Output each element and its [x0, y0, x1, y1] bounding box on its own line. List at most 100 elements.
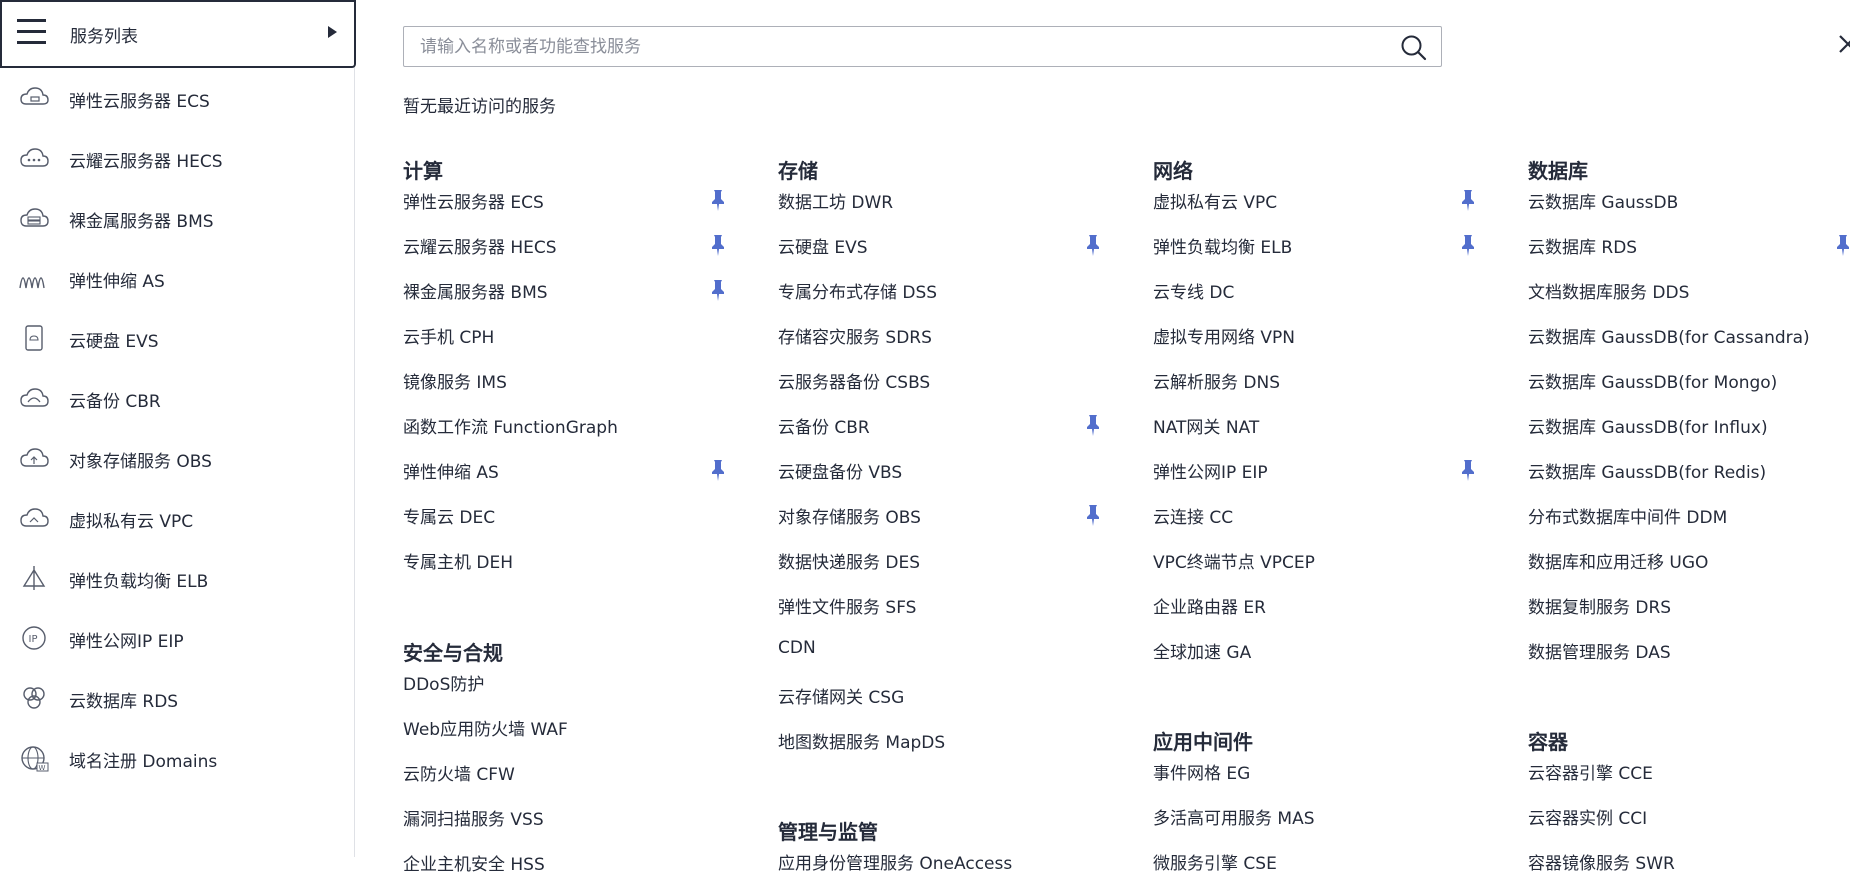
pin-icon[interactable] [710, 459, 726, 481]
service-link[interactable]: 应用身份管理服务 OneAccess [778, 849, 1012, 874]
service-link[interactable]: 云存储网关 CSG [778, 683, 904, 708]
search-box[interactable] [403, 26, 1442, 67]
hamburger-menu-icon[interactable] [17, 19, 46, 46]
service-link[interactable]: 云硬盘 EVS [778, 233, 868, 258]
service-link[interactable]: 云容器实例 CCI [1528, 804, 1647, 829]
service-link[interactable]: VPC终端节点 VPCEP [1153, 548, 1315, 573]
sidebar-item[interactable]: 裸金属服务器 BMS [0, 188, 354, 248]
service-link[interactable]: 云数据库 GaussDB [1528, 188, 1678, 213]
sidebar-item[interactable]: 弹性负载均衡 ELB [0, 548, 354, 608]
pin-icon[interactable] [710, 234, 726, 256]
sidebar-item[interactable]: 弹性伸缩 AS [0, 248, 354, 308]
pin-icon[interactable] [1085, 504, 1101, 526]
caret-right-icon [328, 26, 337, 38]
search-input[interactable] [420, 33, 1380, 61]
database-icon [18, 684, 50, 712]
sidebar-item-label: 弹性云服务器 ECS [69, 92, 210, 112]
sidebar-item[interactable]: 对象存储服务 OBS [0, 428, 354, 488]
service-link[interactable]: 函数工作流 FunctionGraph [403, 413, 618, 438]
service-link[interactable]: 全球加速 GA [1153, 638, 1251, 663]
recent-empty-text: 暂无最近访问的服务 [403, 97, 556, 117]
service-link[interactable]: 虚拟私有云 VPC [1153, 188, 1277, 213]
service-link[interactable]: 云数据库 GaussDB(for Influx) [1528, 413, 1768, 438]
service-link[interactable]: 云备份 CBR [778, 413, 870, 438]
service-link[interactable]: 分布式数据库中间件 DDM [1528, 503, 1727, 528]
sidebar: 服务列表 弹性云服务器 ECS 云耀云服务器 HECS 裸金属服务器 BMS 弹性伸缩… [0, 0, 356, 857]
service-link[interactable]: 数据工坊 DWR [778, 188, 893, 213]
pin-icon[interactable] [1460, 234, 1476, 256]
sidebar-item[interactable]: 云备份 CBR [0, 368, 354, 428]
sidebar-item[interactable]: 云硬盘 EVS [0, 308, 354, 368]
service-link[interactable]: 弹性文件服务 SFS [778, 593, 916, 618]
svg-text:IP: IP [29, 634, 38, 645]
service-link[interactable]: 云解析服务 DNS [1153, 368, 1280, 393]
service-link[interactable]: 对象存储服务 OBS [778, 503, 921, 528]
service-link[interactable]: 云数据库 GaussDB(for Cassandra) [1528, 323, 1810, 348]
service-link[interactable]: 专属分布式存储 DSS [778, 278, 937, 303]
service-link[interactable]: 地图数据服务 MapDS [778, 728, 945, 753]
service-link[interactable]: 专属主机 DEH [403, 548, 513, 573]
service-link[interactable]: 数据复制服务 DRS [1528, 593, 1671, 618]
service-link[interactable]: 数据快递服务 DES [778, 548, 920, 573]
category-title-security: 安全与合规 [403, 641, 503, 665]
sidebar-item[interactable]: W 域名注册 Domains [0, 728, 354, 788]
service-link[interactable]: 漏洞扫描服务 VSS [403, 805, 544, 830]
pin-icon[interactable] [1835, 234, 1850, 256]
service-link[interactable]: 文档数据库服务 DDS [1528, 278, 1689, 303]
service-link[interactable]: 弹性伸缩 AS [403, 458, 499, 483]
service-link[interactable]: 云硬盘备份 VBS [778, 458, 902, 483]
load-balancer-icon [18, 564, 50, 592]
category-title-container: 容器 [1528, 730, 1568, 754]
service-link[interactable]: 企业主机安全 HSS [403, 850, 545, 875]
service-link[interactable]: 云服务器备份 CSBS [778, 368, 930, 393]
service-link[interactable]: 云数据库 RDS [1528, 233, 1637, 258]
close-icon[interactable] [1836, 30, 1850, 58]
service-link[interactable]: 云专线 DC [1153, 278, 1234, 303]
service-link[interactable]: 数据库和应用迁移 UGO [1528, 548, 1708, 573]
pin-icon[interactable] [1460, 189, 1476, 211]
sidebar-item[interactable]: 弹性云服务器 ECS [0, 68, 354, 128]
service-link[interactable]: Web应用防火墙 WAF [403, 715, 568, 740]
service-link[interactable]: 存储容灾服务 SDRS [778, 323, 932, 348]
sidebar-item[interactable]: 虚拟私有云 VPC [0, 488, 354, 548]
service-link[interactable]: 虚拟专用网络 VPN [1153, 323, 1295, 348]
service-link[interactable]: 云数据库 GaussDB(for Redis) [1528, 458, 1766, 483]
category-title-middleware: 应用中间件 [1153, 730, 1253, 754]
service-link[interactable]: NAT网关 NAT [1153, 413, 1259, 438]
service-link[interactable]: DDoS防护 [403, 670, 484, 695]
service-link[interactable]: 云数据库 GaussDB(for Mongo) [1528, 368, 1777, 393]
service-link[interactable]: 微服务引擎 CSE [1153, 849, 1277, 874]
eip-icon: IP [18, 624, 50, 652]
category-title-network: 网络 [1153, 159, 1193, 183]
service-link[interactable]: 云容器引擎 CCE [1528, 759, 1653, 784]
service-link[interactable]: 容器镜像服务 SWR [1528, 849, 1675, 874]
service-link[interactable]: 云防火墙 CFW [403, 760, 515, 785]
service-link[interactable]: 弹性云服务器 ECS [403, 188, 544, 213]
pin-icon[interactable] [710, 189, 726, 211]
pin-icon[interactable] [1085, 414, 1101, 436]
vpc-icon [18, 504, 50, 532]
sidebar-item-label: 弹性伸缩 AS [69, 272, 165, 292]
pin-icon[interactable] [1085, 234, 1101, 256]
sidebar-item[interactable]: 云耀云服务器 HECS [0, 128, 354, 188]
service-link[interactable]: CDN [778, 638, 816, 662]
pin-icon[interactable] [1460, 459, 1476, 481]
cloud-bms-icon [18, 204, 50, 232]
service-link[interactable]: 云连接 CC [1153, 503, 1233, 528]
service-link[interactable]: 企业路由器 ER [1153, 593, 1266, 618]
pin-icon[interactable] [710, 279, 726, 301]
sidebar-item[interactable]: IP 弹性公网IP EIP [0, 608, 354, 668]
service-link[interactable]: 云耀云服务器 HECS [403, 233, 557, 258]
service-link[interactable]: 镜像服务 IMS [403, 368, 507, 393]
service-link[interactable]: 多活高可用服务 MAS [1153, 804, 1315, 829]
service-link[interactable]: 数据管理服务 DAS [1528, 638, 1671, 663]
service-link[interactable]: 弹性公网IP EIP [1153, 458, 1268, 483]
service-link[interactable]: 云手机 CPH [403, 323, 494, 348]
service-link[interactable]: 事件网格 EG [1153, 759, 1250, 784]
service-link[interactable]: 专属云 DEC [403, 503, 495, 528]
service-link[interactable]: 弹性负载均衡 ELB [1153, 233, 1292, 258]
search-icon[interactable] [1400, 34, 1427, 61]
service-link[interactable]: 裸金属服务器 BMS [403, 278, 548, 303]
service-list-toggle[interactable]: 服务列表 [0, 0, 356, 68]
sidebar-item[interactable]: 云数据库 RDS [0, 668, 354, 728]
